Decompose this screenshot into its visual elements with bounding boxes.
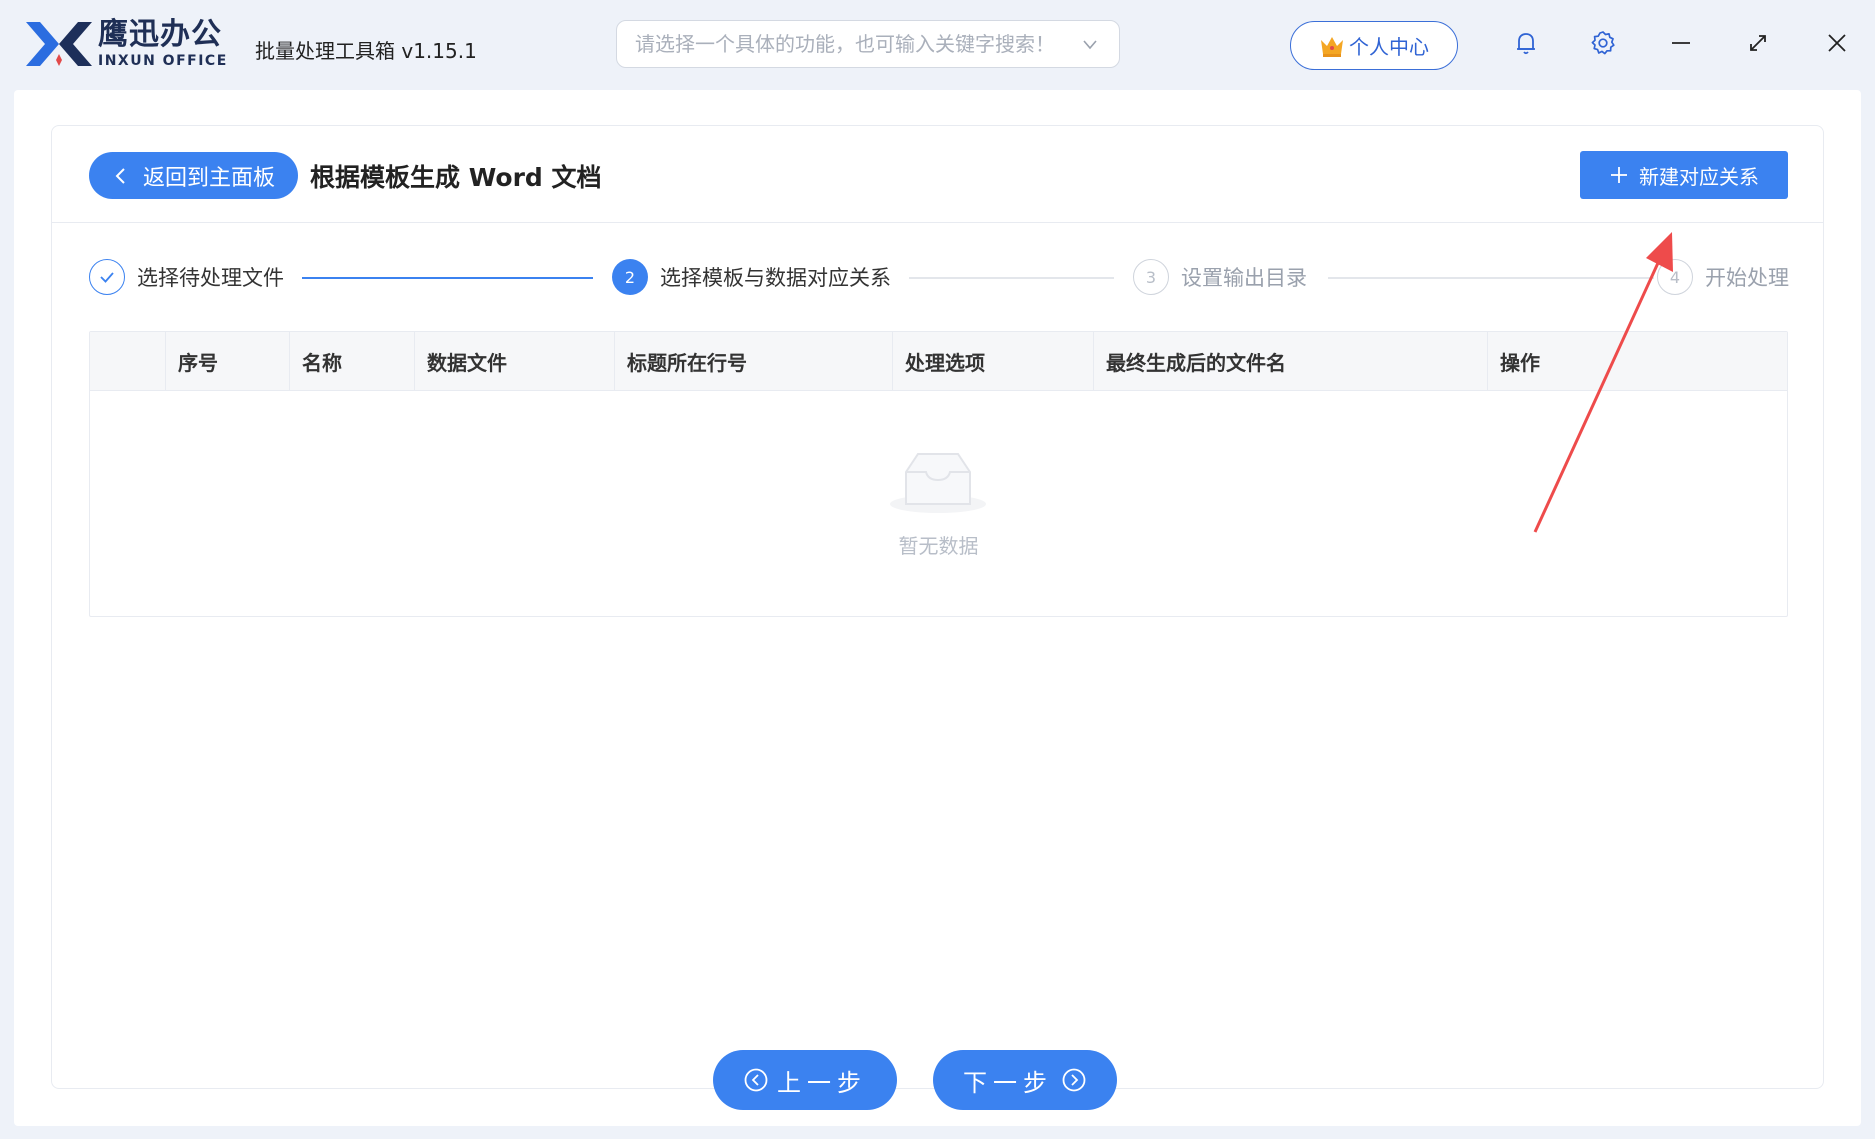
chevron-circle-right-icon bbox=[1062, 1068, 1086, 1092]
previous-step-label: 上一步 bbox=[777, 1068, 867, 1097]
next-step-button[interactable]: 下一步 bbox=[933, 1050, 1117, 1110]
annotation-arrow-icon bbox=[1533, 232, 1673, 533]
next-step-label: 下一步 bbox=[963, 1068, 1053, 1097]
chevron-circle-left-icon bbox=[744, 1068, 768, 1092]
previous-step-button[interactable]: 上一步 bbox=[713, 1050, 897, 1110]
